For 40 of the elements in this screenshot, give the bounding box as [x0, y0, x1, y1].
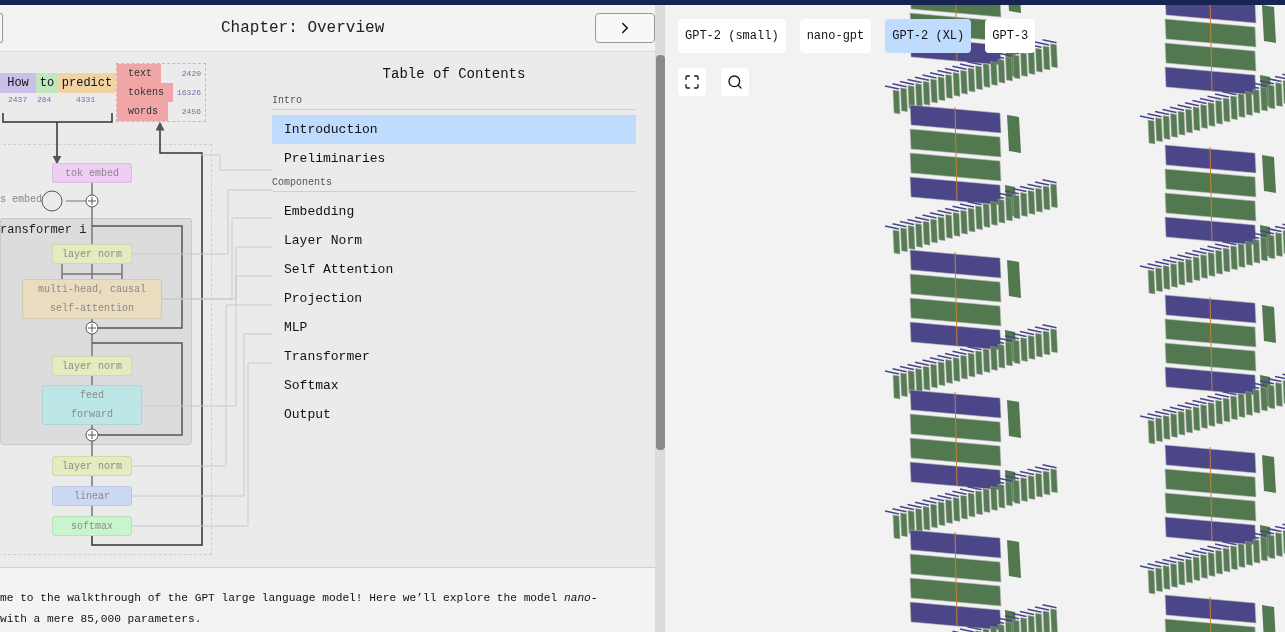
- fullscreen-button[interactable]: [678, 68, 706, 96]
- search-icon: [727, 74, 743, 90]
- legend-label: words: [127, 106, 158, 117]
- scrollbar-thumb[interactable]: [656, 55, 665, 450]
- toc-section-heading: Intro: [272, 95, 636, 110]
- model-button[interactable]: GPT-2 (XL): [885, 19, 972, 53]
- legend-label: text: [127, 68, 152, 79]
- toc-item[interactable]: Output: [272, 400, 636, 429]
- model-button[interactable]: nano-gpt: [799, 19, 872, 53]
- model-button[interactable]: GPT-3: [985, 19, 1036, 53]
- block-label: ransformer i: [0, 223, 87, 237]
- legend-count: 2456: [181, 107, 202, 116]
- token-chip: to: [36, 73, 58, 93]
- model-button[interactable]: GPT-2 (small): [678, 19, 786, 53]
- token-chip: predict: [58, 73, 116, 93]
- search-button[interactable]: [721, 68, 749, 96]
- token-id: 2437: [8, 95, 28, 104]
- legend-count: 2420: [181, 69, 202, 78]
- toc-item[interactable]: Self Attention: [272, 255, 636, 284]
- intro-paragraph: me to the walkthrough of the GPT large language model! Here we’ll explore the model nano- with a mere 85,000 parameters.: [0, 591, 598, 627]
- toc-item[interactable]: MLP: [272, 313, 636, 342]
- legend-label: tokens: [127, 87, 164, 98]
- fullscreen-icon: [684, 74, 700, 90]
- pos-embed-label: s embed: [0, 194, 42, 205]
- token-chip: How: [0, 73, 36, 93]
- toc-item[interactable]: Projection: [272, 284, 636, 313]
- toc-item[interactable]: Transformer: [272, 342, 636, 371]
- chapter-title: Chapter: Overview: [221, 19, 385, 37]
- toc-item[interactable]: Layer Norm: [272, 226, 636, 255]
- toc-title: Table of Contents: [381, 66, 527, 82]
- token-id: 284: [37, 95, 52, 104]
- toc-section-heading: Components: [272, 177, 636, 192]
- previous-button[interactable]: [0, 13, 3, 43]
- toc-item[interactable]: Preliminaries: [272, 144, 636, 173]
- toc-item[interactable]: Embedding: [272, 197, 636, 226]
- legend-count: 16326: [177, 88, 202, 97]
- next-button[interactable]: [595, 13, 655, 43]
- toc-item[interactable]: Softmax: [272, 371, 636, 400]
- token-id: 4331: [76, 95, 96, 104]
- toc-item[interactable]: Introduction: [272, 115, 636, 144]
